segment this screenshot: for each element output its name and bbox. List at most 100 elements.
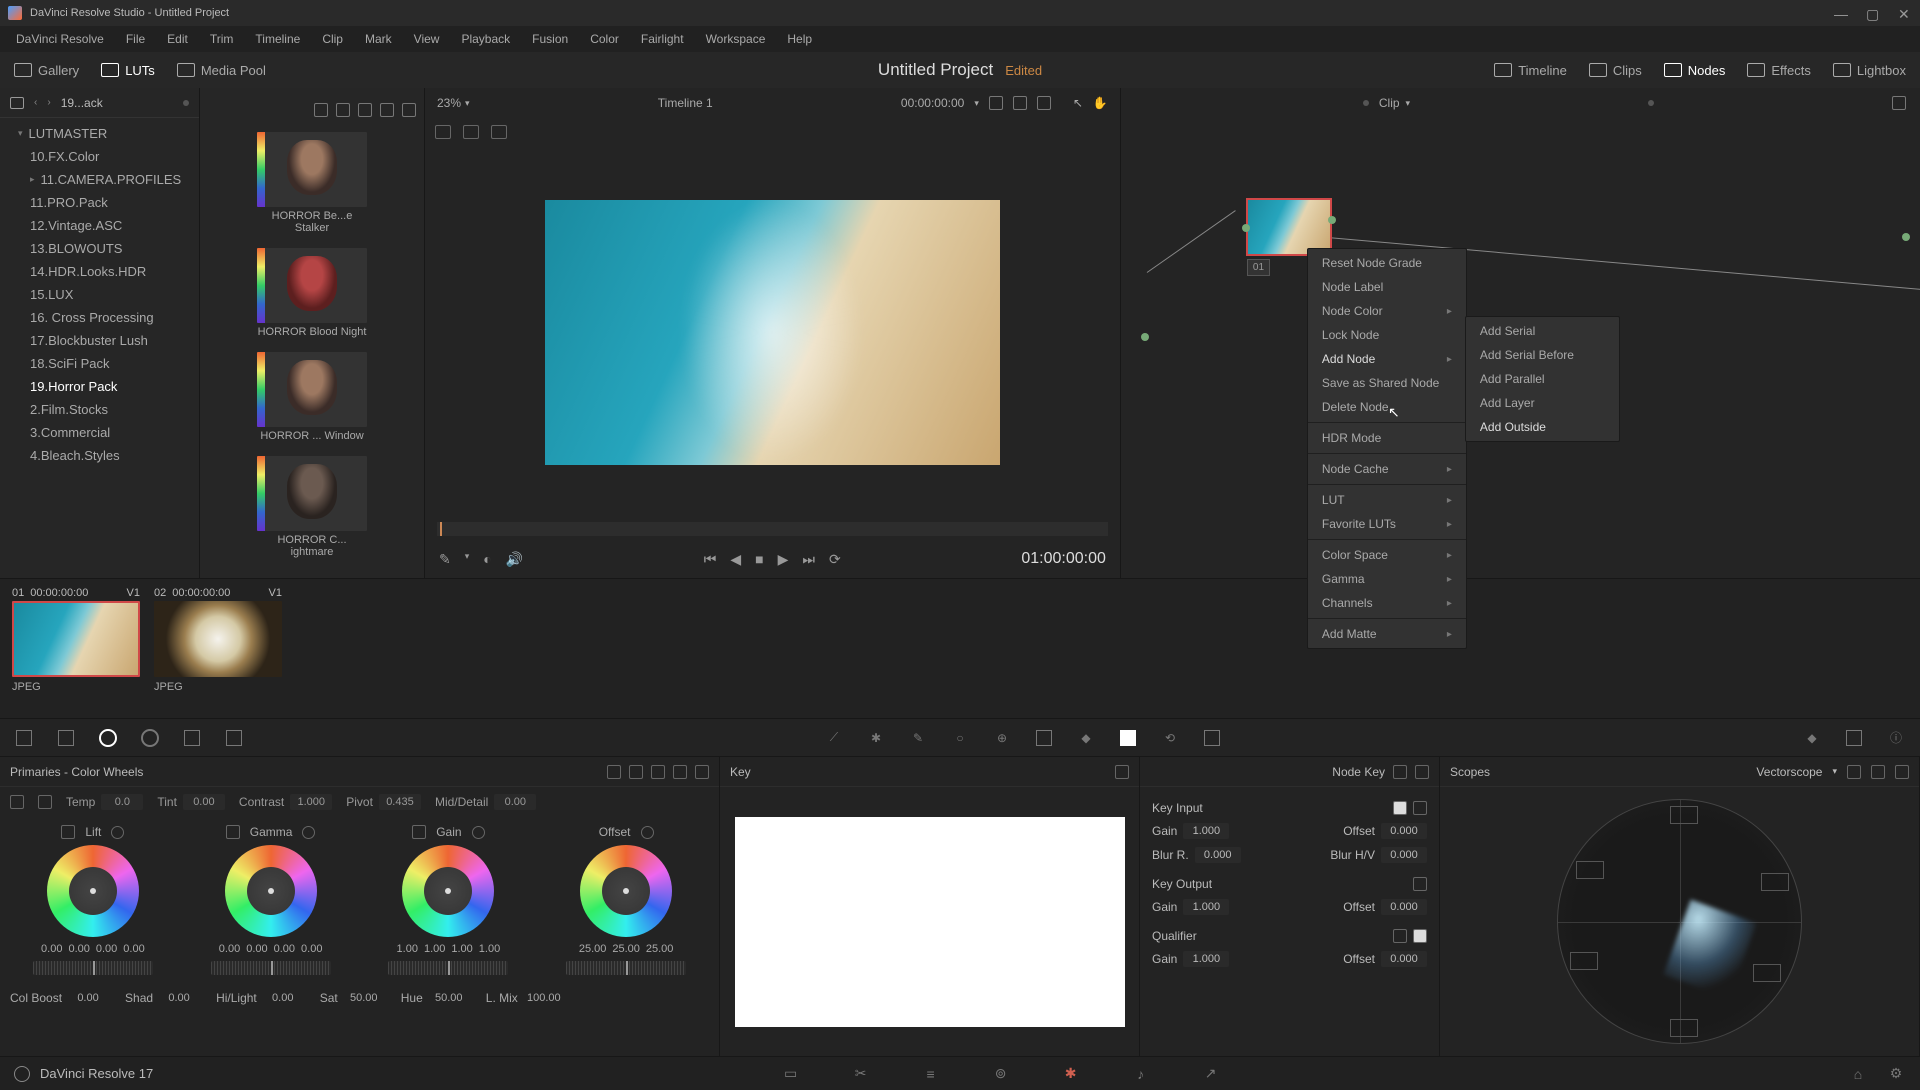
gain-master-wheel[interactable]	[388, 961, 508, 975]
lift-g[interactable]: 0.00	[96, 943, 117, 955]
qualifier-toggle-1[interactable]	[1393, 929, 1407, 943]
hand-tool-icon[interactable]: ✋	[1093, 96, 1108, 110]
gamma-master-wheel[interactable]	[211, 961, 331, 975]
lightbox-toggle[interactable]: Lightbox	[1833, 63, 1906, 78]
wheel-picker-icon[interactable]	[61, 825, 75, 839]
lift-b[interactable]: 0.00	[123, 943, 144, 955]
tree-item[interactable]: 3.Commercial	[0, 421, 199, 444]
lut-thumbnail[interactable]: HORROR Blood Night	[257, 248, 367, 338]
timecode-small[interactable]: 00:00:00:00	[901, 96, 964, 110]
gallery-toggle[interactable]: Gallery	[14, 63, 79, 78]
wheel-picker-icon[interactable]	[226, 825, 240, 839]
expand-icon[interactable]	[1871, 765, 1885, 779]
scopes-icon[interactable]	[1844, 728, 1864, 748]
node-socket-out[interactable]	[1328, 216, 1336, 224]
wheel-picker-icon[interactable]	[412, 825, 426, 839]
hl-val[interactable]: 0.00	[262, 992, 304, 1004]
gamma-r[interactable]: 0.00	[246, 943, 267, 955]
offset-b[interactable]: 25.00	[646, 943, 674, 955]
tree-item[interactable]: 14.HDR.Looks.HDR	[0, 260, 199, 283]
menu-help[interactable]: Help	[777, 28, 822, 50]
magic-mask-icon[interactable]	[1034, 728, 1054, 748]
minimize-button[interactable]: —	[1834, 6, 1848, 20]
menu-davinci-resolve[interactable]: DaVinci Resolve	[6, 28, 114, 50]
offset-wheel[interactable]	[580, 845, 672, 937]
timecode[interactable]: 01:00:00:00	[1021, 550, 1106, 568]
qualifier-toggle-2[interactable]	[1413, 929, 1427, 943]
menu-color[interactable]: Color	[580, 28, 629, 50]
prev-clip-button[interactable]: ⏮	[704, 551, 717, 568]
tint-value[interactable]: 0.00	[183, 794, 225, 810]
list-icon[interactable]	[358, 103, 372, 117]
mute-icon[interactable]: 🔊	[506, 551, 523, 568]
lift-y[interactable]: 0.00	[41, 943, 62, 955]
split-icon[interactable]	[463, 125, 479, 139]
picker-icon[interactable]	[38, 795, 52, 809]
lmix-val[interactable]: 100.00	[523, 992, 565, 1004]
submenu-add-layer[interactable]: Add Layer	[1466, 391, 1619, 415]
ctx-favorite-luts[interactable]: Favorite LUTs▸	[1308, 512, 1466, 536]
ctx-reset-node-grade[interactable]: Reset Node Grade	[1308, 251, 1466, 275]
tree-item[interactable]: 2.Film.Stocks	[0, 398, 199, 421]
tree-item[interactable]: 10.FX.Color	[0, 145, 199, 168]
shad-val[interactable]: 0.00	[158, 992, 200, 1004]
playhead[interactable]	[440, 522, 442, 536]
warper-icon[interactable]: ✱	[866, 728, 886, 748]
hdr-icon[interactable]	[140, 728, 160, 748]
wand-icon[interactable]	[491, 125, 507, 139]
grid-icon[interactable]	[336, 103, 350, 117]
reset-icon[interactable]	[302, 826, 315, 839]
stop-button[interactable]: ■	[755, 551, 763, 567]
bypass-icon[interactable]: ◐	[483, 551, 491, 568]
ki-gain-val[interactable]: 1.000	[1183, 823, 1229, 839]
tree-item[interactable]: 4.Bleach.Styles	[0, 444, 199, 467]
more-icon[interactable]	[1415, 765, 1429, 779]
offset-r[interactable]: 25.00	[579, 943, 607, 955]
sidebar-dropdown-icon[interactable]	[10, 97, 24, 109]
lift-wheel[interactable]	[47, 845, 139, 937]
tree-item[interactable]: 11.PRO.Pack	[0, 191, 199, 214]
clip-thumbnail[interactable]	[12, 601, 140, 677]
menu-playback[interactable]: Playback	[451, 28, 520, 50]
bars-mode-icon[interactable]	[629, 765, 643, 779]
gain-b[interactable]: 1.00	[479, 943, 500, 955]
clips-toggle[interactable]: Clips	[1589, 63, 1642, 78]
wheels-mode-icon[interactable]	[607, 765, 621, 779]
sat-val[interactable]: 50.00	[343, 992, 385, 1004]
q-gain-val[interactable]: 1.000	[1183, 951, 1229, 967]
menu-clip[interactable]: Clip	[312, 28, 353, 50]
blur-hv-val[interactable]: 0.000	[1381, 847, 1427, 863]
key-input-toggle-1[interactable]	[1393, 801, 1407, 815]
ctx-gamma[interactable]: Gamma▸	[1308, 567, 1466, 591]
tree-item[interactable]: 13.BLOWOUTS	[0, 237, 199, 260]
ko-gain-val[interactable]: 1.000	[1183, 899, 1229, 915]
tree-item[interactable]: ▸11.CAMERA.PROFILES	[0, 168, 199, 191]
home-icon[interactable]	[14, 1066, 30, 1082]
chevron-down-icon[interactable]: ▾	[974, 98, 979, 109]
ctx-lock-node[interactable]: Lock Node	[1308, 323, 1466, 347]
highlight-icon[interactable]	[435, 125, 451, 139]
link-icon[interactable]	[989, 96, 1003, 110]
gamma-wheel[interactable]	[225, 845, 317, 937]
nodes-toggle[interactable]: Nodes	[1664, 63, 1726, 78]
menu-fairlight[interactable]: Fairlight	[631, 28, 694, 50]
color-wheels-icon[interactable]	[98, 728, 118, 748]
gamma-g[interactable]: 0.00	[274, 943, 295, 955]
lift-r[interactable]: 0.00	[68, 943, 89, 955]
clip-card[interactable]: 0200:00:00:00V1 JPEG	[154, 587, 282, 710]
close-button[interactable]: ✕	[1898, 6, 1912, 20]
lut-thumbnail[interactable]: HORROR Be...e Stalker	[257, 132, 367, 234]
zoom-value[interactable]: 23%	[437, 96, 461, 110]
scrubber[interactable]	[437, 522, 1108, 536]
play-button[interactable]: ▶	[778, 551, 789, 568]
color-match-icon[interactable]	[56, 728, 76, 748]
menu-view[interactable]: View	[404, 28, 450, 50]
lut-thumbnail[interactable]: HORROR ... Window	[257, 352, 367, 442]
gain-y[interactable]: 1.00	[397, 943, 418, 955]
gain-wheel[interactable]	[402, 845, 494, 937]
effects-toggle[interactable]: Effects	[1747, 63, 1811, 78]
ctx-save-shared-node[interactable]: Save as Shared Node	[1308, 371, 1466, 395]
offset-g[interactable]: 25.00	[612, 943, 640, 955]
offset-master-wheel[interactable]	[566, 961, 686, 975]
node-output-dot[interactable]	[1902, 233, 1910, 241]
